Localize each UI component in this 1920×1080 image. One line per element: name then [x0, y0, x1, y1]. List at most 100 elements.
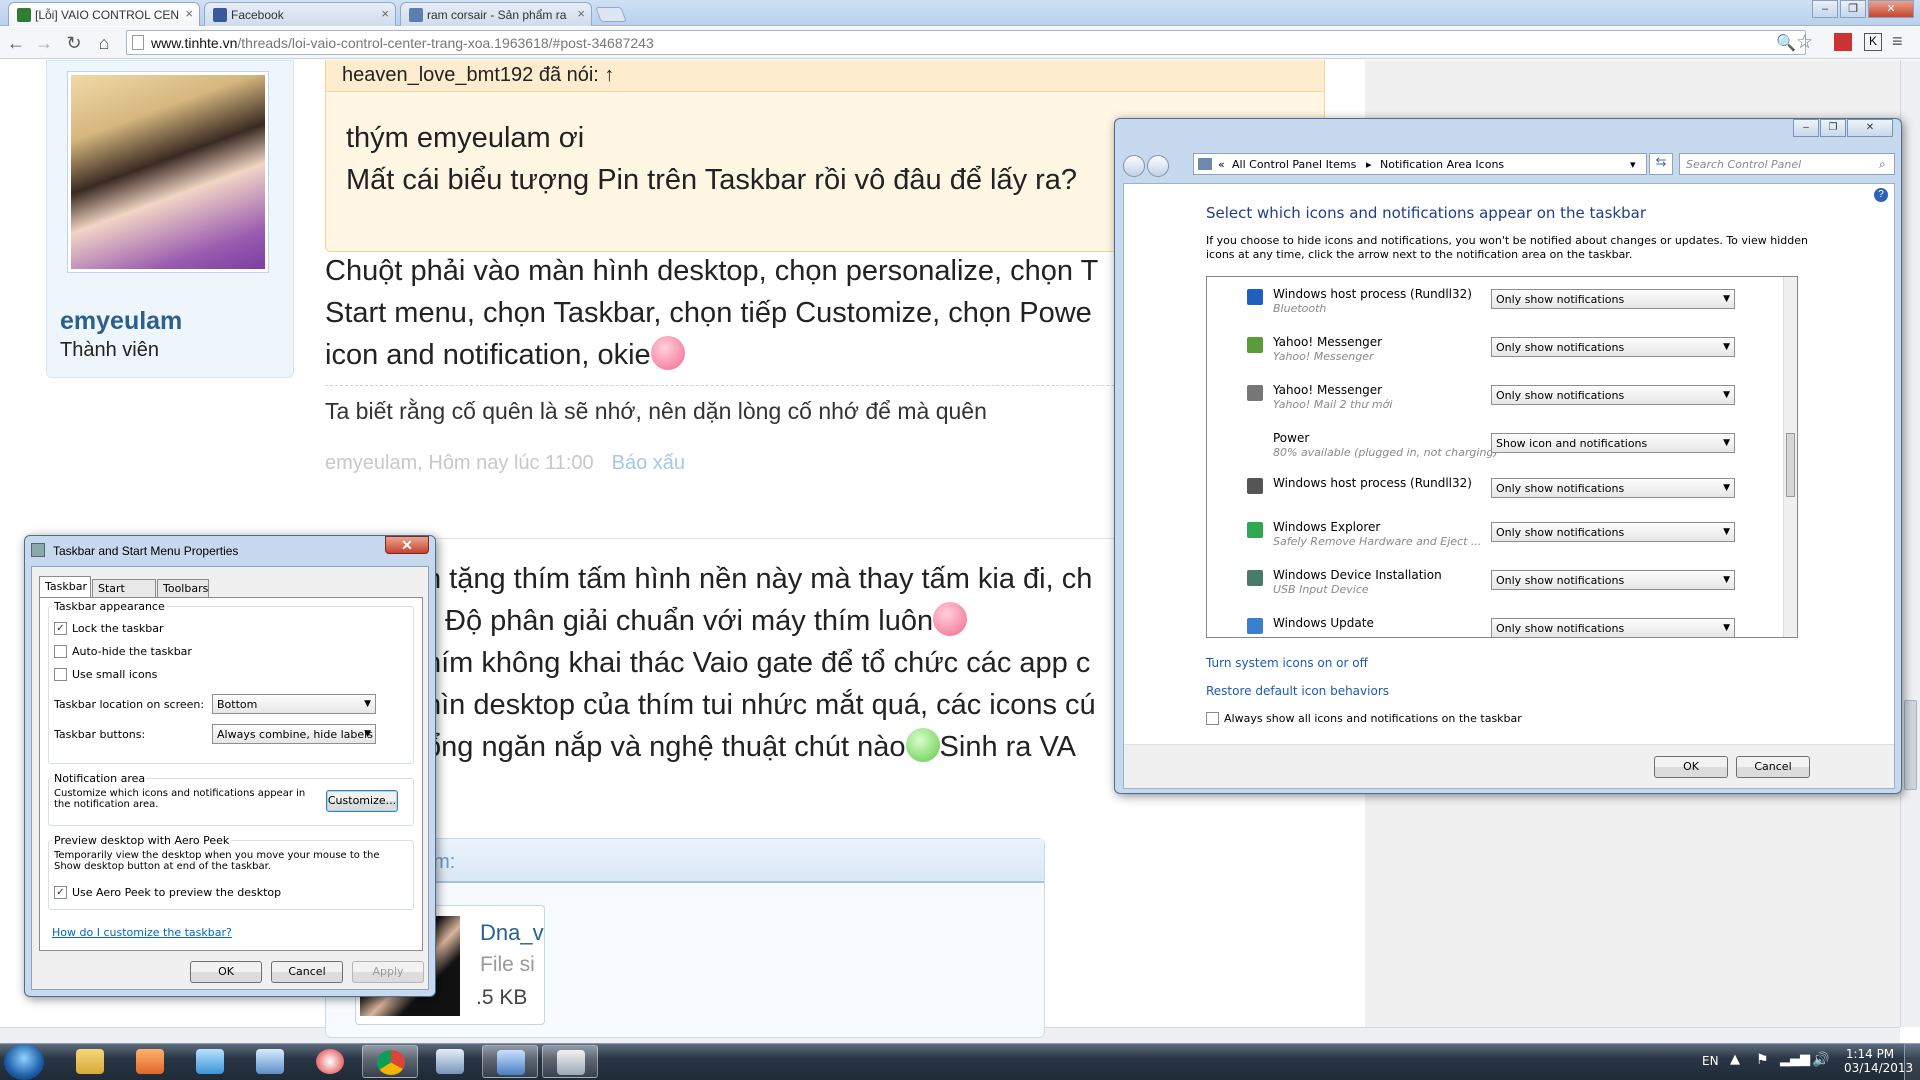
ok-button[interactable]: OK — [190, 961, 262, 983]
user-name[interactable]: emyeulam — [60, 307, 182, 336]
list-scroll-thumb[interactable] — [1786, 433, 1795, 497]
refresh-icon[interactable]: ⇆ — [1649, 153, 1673, 175]
tab-vaio-thread[interactable]: [Lỗi] VAIO CONTROL CEN × — [8, 2, 200, 26]
scroll-thumb[interactable] — [1904, 700, 1917, 790]
signature: Ta biết rằng cố quên là sẽ nhớ, nên dặn … — [325, 398, 987, 424]
taskbar-control-app[interactable] — [422, 1045, 478, 1078]
taskbar-chrome[interactable] — [362, 1045, 418, 1078]
taskbar-properties-dialog: Taskbar and Start Menu Properties ✕ Task… — [24, 535, 436, 997]
behavior-select[interactable]: Only show notifications ▼ — [1491, 618, 1735, 637]
behavior-select[interactable]: Only show notifications ▼ — [1491, 337, 1735, 357]
cp-cancel-button[interactable]: Cancel — [1736, 756, 1810, 778]
search-input[interactable]: Search Control Panel — [1679, 153, 1895, 175]
new-tab-button[interactable] — [595, 7, 627, 22]
behavior-select[interactable]: Only show notifications ▼ — [1491, 385, 1735, 405]
forward-button[interactable] — [1147, 155, 1169, 177]
small-icons-checkbox[interactable] — [54, 668, 67, 681]
tab-ram-corsair[interactable]: ram corsair - Sản phẩm ra × — [400, 2, 592, 26]
behavior-select[interactable]: Only show notifications ▼ — [1491, 522, 1735, 542]
home-icon[interactable]: ⌂ — [92, 31, 116, 55]
reload-icon[interactable]: ↻ — [62, 31, 86, 55]
breadcrumb-item-all[interactable]: All Control Panel Items — [1232, 158, 1356, 171]
tab-taskbar[interactable]: Taskbar — [39, 576, 91, 597]
menu-wrench-icon[interactable]: ≡ — [1892, 31, 1903, 52]
tab-start-menu[interactable]: Start Menu — [92, 579, 156, 608]
show-desktop-button[interactable] — [1904, 1043, 1920, 1080]
extension-icon[interactable] — [1834, 33, 1852, 51]
chevron-down-icon: ▼ — [1723, 575, 1730, 585]
report-link[interactable]: Báo xấu — [612, 452, 685, 474]
help-icon[interactable]: ? — [1874, 188, 1888, 202]
aero-peek-checkbox[interactable]: ✓ — [54, 886, 67, 899]
taskbar-control-panel[interactable] — [482, 1045, 538, 1078]
attachment-name[interactable]: Dna_v — [480, 920, 544, 946]
behavior-select[interactable]: Only show notifications ▼ — [1491, 478, 1735, 498]
tab-toolbars[interactable]: Toolbars — [157, 579, 209, 597]
notification-group-label: Notification area — [52, 772, 148, 785]
maximize-button[interactable]: ❐ — [1820, 119, 1846, 137]
lock-taskbar-checkbox[interactable]: ✓ — [54, 622, 67, 635]
extension-k-icon[interactable]: K — [1864, 33, 1882, 51]
close-button[interactable]: ✕ — [1847, 119, 1893, 137]
post2-line: hím không khai thác Vaio gate để tổ chức… — [425, 647, 1091, 679]
dialog-close-button[interactable]: ✕ — [385, 536, 429, 554]
autohide-checkbox[interactable] — [54, 645, 67, 658]
tab-close-icon[interactable]: × — [381, 6, 389, 21]
forward-arrow-icon[interactable]: → — [32, 31, 56, 55]
list-scrollbar[interactable] — [1783, 277, 1797, 637]
bookmark-star-icon[interactable]: ☆ — [1796, 31, 1813, 54]
tab-close-icon[interactable]: × — [185, 6, 193, 21]
chevron-down-icon[interactable]: ▾ — [1630, 158, 1636, 171]
taskbar-wifi-app[interactable] — [242, 1045, 298, 1078]
start-button[interactable] — [4, 1044, 44, 1080]
buttons-select[interactable]: Always combine, hide labels ▼ — [212, 724, 376, 744]
action-center-flag-icon[interactable]: ⚑ — [1756, 1052, 1769, 1068]
row-name: Windows host process (Rundll32) — [1273, 476, 1472, 490]
search-icon[interactable]: ⌕ — [1879, 157, 1886, 172]
tab-facebook[interactable]: Facebook × — [204, 2, 396, 26]
volume-icon[interactable]: 🔊 — [1812, 1052, 1829, 1068]
row-sub: USB Input Device — [1273, 583, 1369, 596]
customize-button[interactable]: Customize... — [326, 790, 398, 812]
quote-author[interactable]: heaven_love_bmt192 đã nói: ↑ — [326, 60, 1324, 92]
language-indicator[interactable]: EN — [1702, 1054, 1719, 1068]
taskbar-messenger[interactable] — [182, 1045, 238, 1078]
help-link[interactable]: How do I customize the taskbar? — [52, 926, 232, 939]
browser-close-button[interactable]: ✕ — [1868, 0, 1914, 18]
network-signal-icon[interactable]: ▂▄▆ — [1780, 1052, 1810, 1067]
browser-restore-button[interactable]: ❐ — [1840, 0, 1866, 18]
taskbar-media-player[interactable] — [122, 1045, 178, 1078]
behavior-value: Only show notifications — [1496, 341, 1625, 354]
app-icon — [1247, 570, 1263, 586]
location-select[interactable]: Bottom ▼ — [212, 694, 376, 714]
breadcrumb[interactable]: « All Control Panel Items ▸ Notification… — [1193, 153, 1647, 175]
minimize-button[interactable]: – — [1793, 119, 1819, 137]
cp-ok-button[interactable]: OK — [1654, 756, 1728, 778]
back-arrow-icon[interactable]: ← — [4, 31, 28, 55]
clock[interactable]: 1:14 PM 03/14/2013 — [1844, 1047, 1913, 1075]
restore-defaults-link[interactable]: Restore default icon behaviors — [1206, 684, 1389, 698]
post-author-time[interactable]: emyeulam, Hôm nay lúc 11:00 — [325, 452, 594, 474]
app-icon — [1247, 618, 1263, 634]
address-bar[interactable]: www.tinhte.vn/threads/loi-vaio-control-c… — [126, 30, 1806, 55]
behavior-select[interactable]: Only show notifications ▼ — [1491, 570, 1735, 590]
system-icons-link[interactable]: Turn system icons on or off — [1206, 656, 1368, 670]
behavior-select[interactable]: Show icon and notifications ▼ — [1491, 433, 1735, 453]
location-label: Taskbar location on screen: — [54, 698, 205, 711]
taskbar-media-app[interactable] — [302, 1045, 358, 1078]
tray-arrow-icon[interactable]: ▲ — [1730, 1052, 1740, 1067]
taskbar-properties[interactable] — [542, 1045, 598, 1078]
back-button[interactable] — [1123, 155, 1145, 177]
apply-button[interactable]: Apply — [352, 961, 424, 983]
browser-minimize-button[interactable]: – — [1812, 0, 1838, 18]
always-show-checkbox[interactable] — [1206, 712, 1219, 725]
behavior-select[interactable]: Only show notifications ▼ — [1491, 289, 1735, 309]
breadcrumb-item-current[interactable]: Notification Area Icons — [1380, 158, 1504, 171]
cancel-button[interactable]: Cancel — [271, 961, 343, 983]
avatar[interactable] — [68, 72, 268, 272]
page-vertical-scrollbar[interactable] — [1900, 60, 1920, 1027]
tab-close-icon[interactable]: × — [577, 6, 585, 21]
taskbar-explorer[interactable] — [62, 1045, 118, 1078]
appearance-group-label: Taskbar appearance — [52, 600, 167, 613]
zoom-icon[interactable]: 🔍 — [1776, 33, 1796, 53]
